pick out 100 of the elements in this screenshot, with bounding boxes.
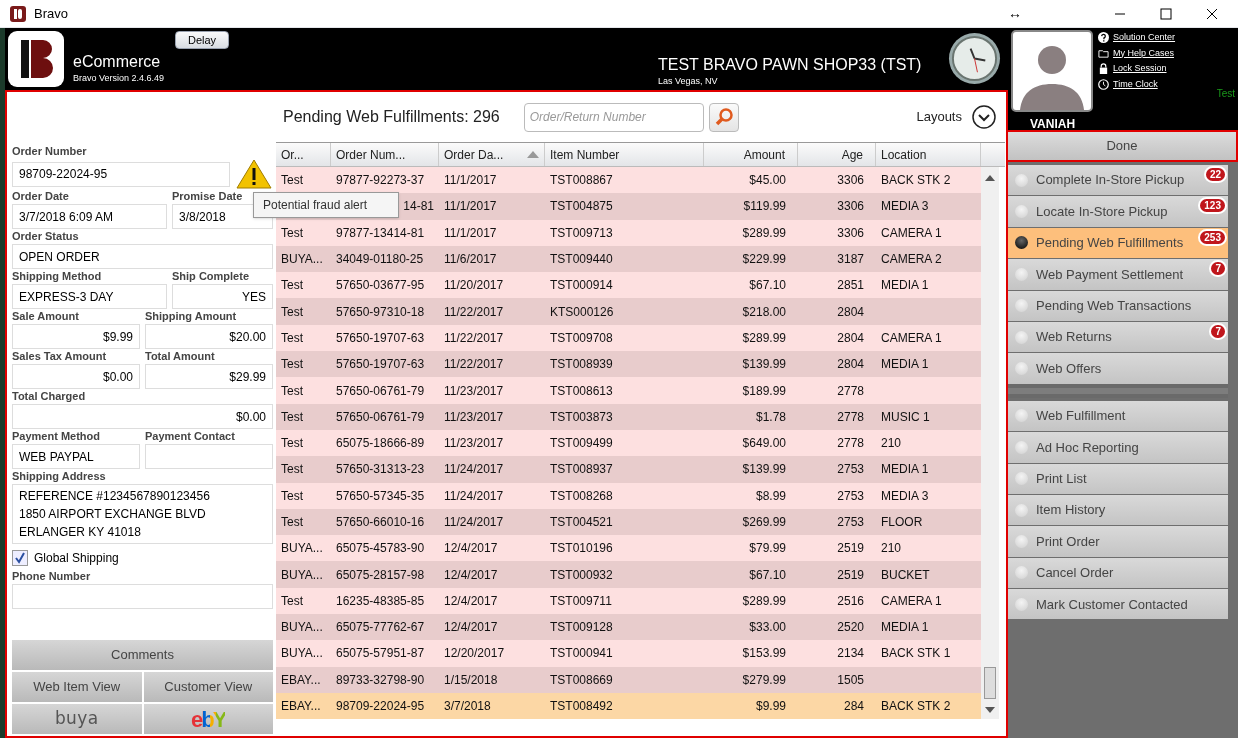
table-cell-text: $8.99 xyxy=(755,487,786,505)
table-cell-text: TST009708 xyxy=(550,329,613,347)
table-cell-text: $279.99 xyxy=(742,671,786,689)
count-badge: 253 xyxy=(1198,228,1227,246)
table-cell-text: 12/4/2017 xyxy=(444,592,498,610)
table-cell-text: 2753 xyxy=(837,461,864,479)
table-cell-text: TST000941 xyxy=(550,645,613,663)
table-cell-text: MEDIA 1 xyxy=(881,461,929,479)
table-cell-text: $649.00 xyxy=(742,435,786,453)
checkbox-label: Global Shipping xyxy=(34,550,119,567)
field-label: Shipping Method xyxy=(12,269,103,284)
table-cell-text: CAMERA 1 xyxy=(881,224,942,242)
table-cell-text: 2804 xyxy=(837,329,864,347)
table-cell-text: 11/22/2017 xyxy=(444,329,504,347)
table-cell-text: 11/23/2017 xyxy=(444,435,504,453)
table-cell-text: TST008867 xyxy=(550,172,613,190)
table-cell-text: BUYA... xyxy=(281,619,323,637)
table-cell-text: Test xyxy=(281,303,303,321)
table-cell-text: 89733-32798-90 xyxy=(336,671,425,689)
table-cell-text: 210 xyxy=(881,435,902,453)
table-cell-text: Test xyxy=(281,435,303,453)
table-cell-text: 98709-22024-95 xyxy=(336,698,425,716)
table-cell-text: TST009711 xyxy=(550,592,612,610)
table-cell-text: 57650-66010-16 xyxy=(336,514,425,531)
table-cell-text: 57650-31313-23 xyxy=(336,461,425,479)
table-cell-text: $218.00 xyxy=(742,303,786,321)
table-cell-text: $189.99 xyxy=(742,382,786,400)
table-cell-text: $1.78 xyxy=(755,408,786,426)
table-cell-text: BACK STK 1 xyxy=(881,645,951,663)
address-line: REFERENCE #1234567890123456 xyxy=(19,488,211,505)
environment-label: Test xyxy=(1216,87,1235,101)
table-cell-text: 2753 xyxy=(837,487,864,505)
nav-item-label: Ad Hoc Reporting xyxy=(1036,438,1139,457)
table-cell-text: 11/1/2017 xyxy=(444,198,497,216)
table-cell-text: $269.99 xyxy=(742,514,786,531)
table-cell-text: 2519 xyxy=(837,566,864,584)
table-cell-text: 2778 xyxy=(837,382,864,400)
table-cell-text: Test xyxy=(281,514,303,531)
table-cell-text: 3306 xyxy=(837,224,864,242)
table-cell-text: Test xyxy=(281,329,303,347)
table-cell-text: 11/20/2017 xyxy=(444,277,504,295)
table-cell-text: MUSIC 1 xyxy=(881,408,930,426)
field-label: Payment Method xyxy=(12,429,101,444)
nav-item-label: Pending Web Transactions xyxy=(1036,297,1192,315)
table-cell-text: MEDIA 3 xyxy=(881,487,929,505)
nav-item-label: Pending Web Fulfillments xyxy=(1036,234,1184,253)
table-cell-text: $289.99 xyxy=(742,592,786,610)
table-cell-text: TST009499 xyxy=(550,435,613,453)
table-cell-text: TST009713 xyxy=(550,224,613,242)
field-label: Order Number xyxy=(12,144,88,159)
nav-item-label: Print List xyxy=(1036,469,1087,488)
table-cell-text: 11/24/2017 xyxy=(444,514,504,531)
table-cell-text: 57650-19707-63 xyxy=(336,356,425,374)
table-cell-text: MEDIA 1 xyxy=(881,619,929,637)
table-cell-text: TST008669 xyxy=(550,671,613,689)
app-name: eCommerce xyxy=(73,52,161,72)
field-label: Promise Date xyxy=(172,189,244,204)
table-cell-text: Test xyxy=(281,382,303,400)
table-cell-text: 57650-57345-35 xyxy=(336,487,425,505)
table-cell-text: BUCKET xyxy=(881,566,930,584)
table-cell-text: 14-81 xyxy=(403,198,434,216)
table-cell-text: TST008613 xyxy=(550,382,613,400)
field-label: Payment Contact xyxy=(145,429,236,444)
nav-item-label: Mark Customer Contacted xyxy=(1036,595,1188,614)
table-cell-text: 2516 xyxy=(837,592,864,610)
table-cell-text: TST000914 xyxy=(550,277,613,295)
table-cell-text: TST009128 xyxy=(550,619,613,637)
table-cell-text: BACK STK 2 xyxy=(881,172,951,190)
field-label: Order Date xyxy=(12,189,70,204)
table-cell-text: TST003873 xyxy=(550,408,613,426)
table-cell-text: EBAY... xyxy=(281,671,321,689)
nav-item-label: Web Offers xyxy=(1036,359,1102,378)
table-cell-text: $289.99 xyxy=(742,329,786,347)
table-cell-text: BUYA... xyxy=(281,540,323,558)
table-cell-text: TST010196 xyxy=(550,540,613,558)
address-line: ERLANGER KY 41018 xyxy=(19,524,142,541)
table-cell-text: $139.99 xyxy=(742,356,786,374)
table-cell-text: $9.99 xyxy=(755,698,786,716)
table-cell-text: $289.99 xyxy=(742,224,786,242)
nav-item-label: Print Order xyxy=(1036,532,1100,551)
resize-glyph: ↔ xyxy=(1008,4,1022,23)
table-cell-text: 97877-13414-81 xyxy=(336,224,425,242)
table-cell-text: 284 xyxy=(843,698,864,716)
table-cell-text: EBAY... xyxy=(281,698,321,716)
table-cell-text: CAMERA 1 xyxy=(881,329,942,347)
table-cell-text: 12/4/2017 xyxy=(444,540,498,558)
table-cell-text: 12/20/2017 xyxy=(444,645,505,663)
app-version: Bravo Version 2.4.6.49 xyxy=(73,72,165,85)
table-cell-text: MEDIA 1 xyxy=(881,356,929,374)
nav-item-label: Cancel Order xyxy=(1036,564,1114,583)
table-cell-text: BACK STK 2 xyxy=(881,698,951,716)
table-cell-text: MEDIA 1 xyxy=(881,277,929,295)
table-cell-text: 11/24/2017 xyxy=(444,461,504,479)
table-cell-text: 11/22/2017 xyxy=(444,303,504,321)
table-cell-text: $119.99 xyxy=(743,198,786,216)
table-cell-text: 11/22/2017 xyxy=(444,356,504,374)
table-cell-text: Test xyxy=(281,461,303,479)
table-cell-text: 11/23/2017 xyxy=(444,408,504,426)
list-title: Pending Web Fulfillments: 296 xyxy=(283,107,500,127)
table-cell-text: $67.10 xyxy=(749,277,786,295)
